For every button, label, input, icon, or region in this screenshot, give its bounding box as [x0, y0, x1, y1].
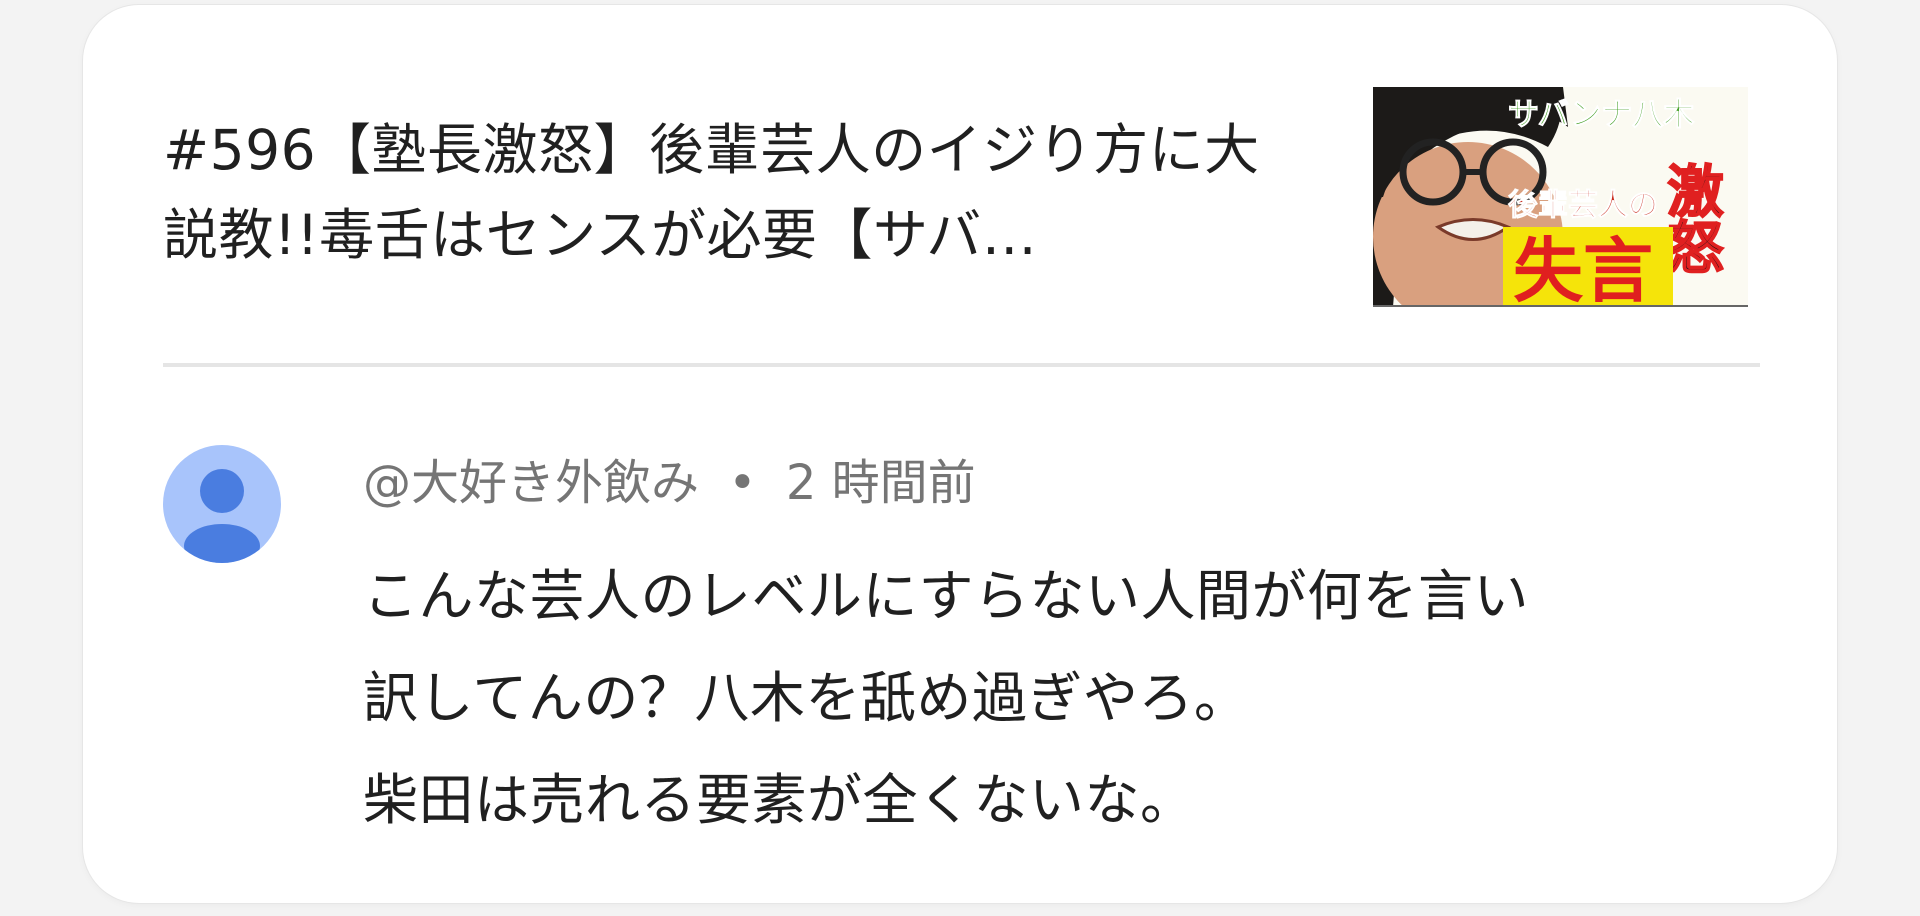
- comment-author[interactable]: @大好き外飲み: [363, 455, 699, 511]
- divider: [163, 363, 1760, 367]
- video-title[interactable]: #596【塾長激怒】後輩芸人のイジり方に大説教!!毒舌はセンスが必要【サバ…: [163, 108, 1273, 278]
- comment-text: こんな芸人のレベルにすらない人間が何を言い 訳してんの？八木を舐め過ぎやろ。 柴…: [363, 545, 1763, 851]
- avatar[interactable]: [163, 445, 281, 563]
- comment-meta: @大好き外飲み • 2 時間前: [363, 452, 976, 514]
- comment-line: 柴田は売れる要素が全くないな。: [363, 768, 1196, 832]
- thumbnail-text-middle: 後輩芸人の: [1508, 188, 1658, 223]
- comment-line: 訳してんの？八木を舐め過ぎやろ。: [363, 666, 1250, 730]
- comment-time: 2 時間前: [785, 455, 976, 511]
- comment-line: こんな芸人のレベルにすらない人間が何を言い: [363, 564, 1530, 628]
- meta-separator: •: [728, 455, 757, 511]
- thumbnail-image: サバンナ八木 激怒 後輩芸人の 失言: [1373, 87, 1748, 307]
- thumbnail-text-top: サバンナ八木: [1508, 97, 1694, 133]
- person-icon: [184, 469, 260, 563]
- comment-card: #596【塾長激怒】後輩芸人のイジり方に大説教!!毒舌はセンスが必要【サバ… サ…: [83, 5, 1837, 903]
- video-thumbnail[interactable]: サバンナ八木 激怒 後輩芸人の 失言: [1373, 87, 1748, 307]
- thumbnail-text-big: 失言: [1513, 230, 1653, 307]
